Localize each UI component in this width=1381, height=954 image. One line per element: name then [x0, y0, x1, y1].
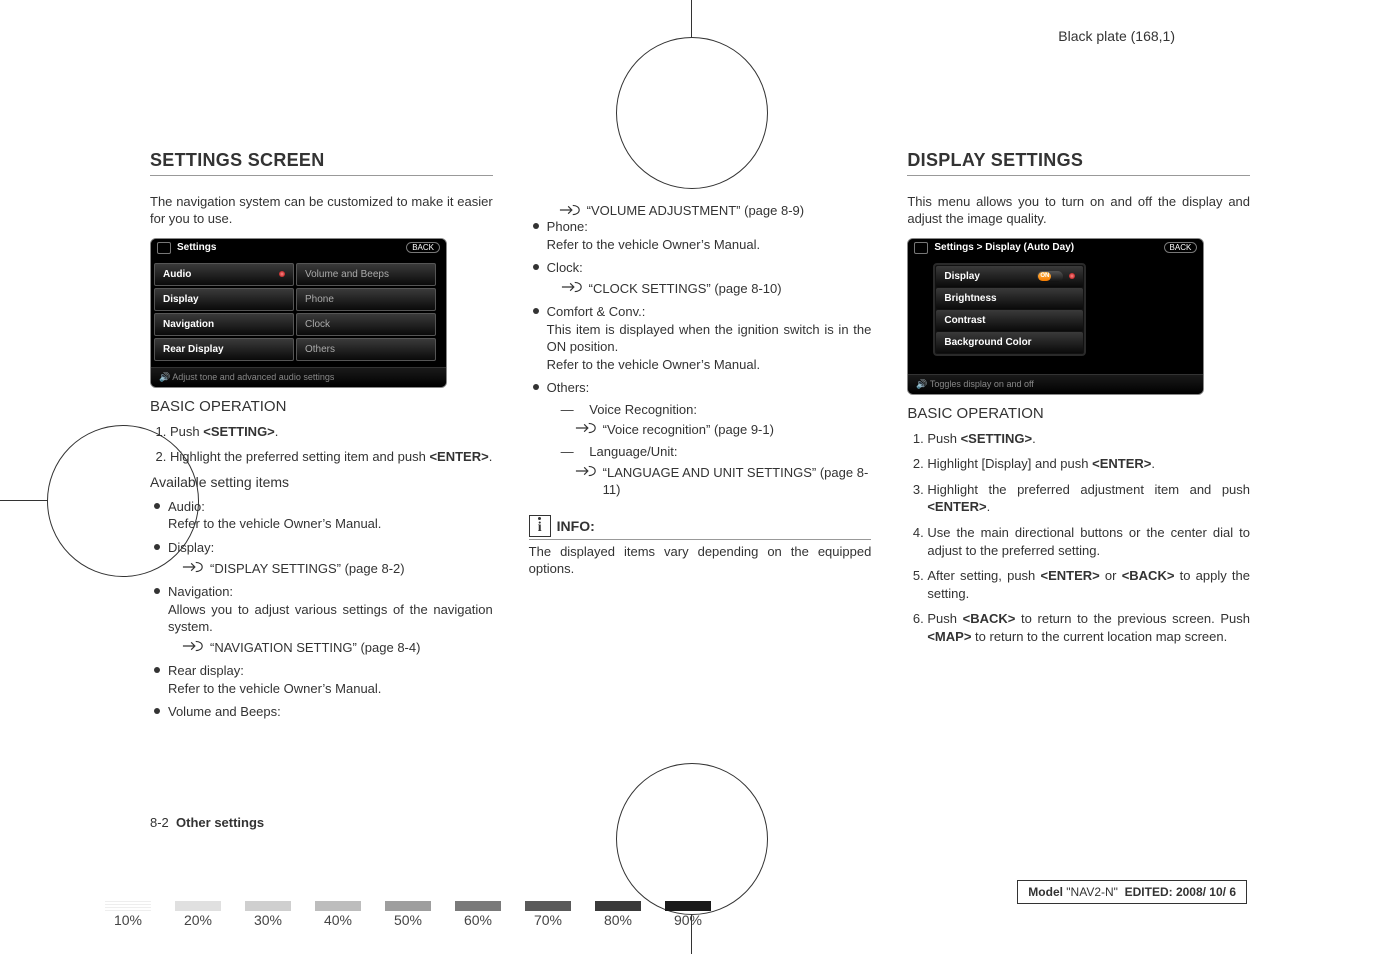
model-box: Model "NAV2-N" EDITED: 2008/ 10/ 6	[1017, 880, 1247, 904]
plate-label: Black plate (168,1)	[1058, 28, 1175, 44]
steps-settings: Push <SETTING>. Highlight the preferred …	[150, 423, 493, 466]
info-label: INFO:	[557, 518, 595, 534]
selection-dot-icon	[1069, 273, 1075, 279]
ss-btn-volume-beeps: Volume and Beeps	[296, 263, 436, 286]
ss-btn-phone: Phone	[296, 288, 436, 311]
pct-90: 90%	[665, 901, 711, 928]
selection-dot-icon	[279, 271, 285, 277]
screenshot-header: Settings BACK	[151, 239, 446, 257]
pct-30: 30%	[245, 901, 291, 928]
page-footer: 8-2 Other settings	[150, 815, 264, 830]
subheading-basic-operation-2: BASIC OPERATION	[907, 405, 1250, 422]
xref-voice-recognition: “Voice recognition” (page 9-1)	[561, 421, 872, 439]
pointing-hand-icon	[561, 280, 583, 294]
ss2-btn-display: Display ON	[936, 266, 1083, 287]
item-phone: Phone: Refer to the vehicle Owner’s Manu…	[533, 218, 872, 253]
item-comfort-conv: Comfort & Conv.: This item is displayed …	[533, 303, 872, 373]
heading-rule-2	[907, 175, 1250, 176]
ss-btn-display: Display	[154, 288, 294, 311]
item-clock: Clock: “CLOCK SETTINGS” (page 8-10)	[533, 259, 872, 297]
item-others: Others: — Voice Recognition: “Voice reco…	[533, 379, 872, 498]
density-scale: 10% 20% 30% 40% 50% 60% 70% 80% 90%	[105, 901, 711, 928]
pct-40: 40%	[315, 901, 361, 928]
d-step-1: Push <SETTING>.	[927, 430, 1250, 448]
screenshot2-header: Settings > Display (Auto Day) BACK	[908, 239, 1203, 257]
steps-display: Push <SETTING>. Highlight [Display] and …	[907, 430, 1250, 645]
xref-clock: “CLOCK SETTINGS” (page 8-10)	[547, 280, 872, 298]
pointing-hand-icon	[182, 639, 204, 653]
ss-btn-rear-display: Rear Display	[154, 338, 294, 361]
ss2-btn-background-color: Background Color	[936, 332, 1083, 353]
ss-btn-clock: Clock	[296, 313, 436, 336]
available-items-cont: Phone: Refer to the vehicle Owner’s Manu…	[529, 218, 872, 499]
screenshot-footer: 🔊 Adjust tone and advanced audio setting…	[151, 367, 446, 387]
intro-settings: The navigation system can be customized …	[150, 194, 493, 228]
pointing-hand-icon	[182, 560, 204, 574]
d-step-6: Push <BACK> to return to the previous sc…	[927, 610, 1250, 645]
crop-mark-bottom	[611, 834, 771, 954]
screenshot-title: Settings	[177, 242, 216, 253]
settings-screenshot: Settings BACK Audio Display Navigation R…	[150, 238, 447, 388]
screenshot-back: BACK	[406, 242, 440, 253]
ss-btn-others: Others	[296, 338, 436, 361]
screenshot2-back: BACK	[1164, 242, 1198, 253]
pointing-hand-icon	[575, 421, 597, 435]
d-step-3: Highlight the preferred adjustment item …	[927, 481, 1250, 516]
item-audio: Audio: Refer to the vehicle Owner’s Manu…	[154, 498, 493, 533]
sub-voice-recognition: — Voice Recognition: “Voice recognition”…	[547, 401, 872, 439]
crop-mark-top	[611, 0, 771, 60]
ss-btn-navigation: Navigation	[154, 313, 294, 336]
xref-display: “DISPLAY SETTINGS” (page 8-2)	[168, 560, 493, 578]
item-navigation: Navigation: Allows you to adjust various…	[154, 583, 493, 656]
sub-language-unit: — Language/Unit: “LANGUAGE AND UNIT SETT…	[547, 443, 872, 499]
screenshot2-title: Settings > Display (Auto Day)	[934, 242, 1074, 253]
xref-language-unit: “LANGUAGE AND UNIT SETTINGS” (page 8-11)	[561, 464, 872, 499]
column-1: SETTINGS SCREEN The navigation system ca…	[150, 150, 493, 727]
info-icon: i	[529, 515, 551, 537]
pct-60: 60%	[455, 901, 501, 928]
d-step-2: Highlight [Display] and push <ENTER>.	[927, 455, 1250, 473]
screenshot2-footer: 🔊 Toggles display on and off	[908, 374, 1203, 394]
ss2-btn-contrast: Contrast	[936, 310, 1083, 331]
page-content: SETTINGS SCREEN The navigation system ca…	[150, 150, 1250, 727]
info-rule	[529, 539, 872, 540]
pct-80: 80%	[595, 901, 641, 928]
pointing-hand-icon	[559, 203, 581, 217]
heading-display-settings: DISPLAY SETTINGS	[907, 150, 1250, 171]
subheading-basic-operation-1: BASIC OPERATION	[150, 398, 493, 415]
d-step-5: After setting, push <ENTER> or <BACK> to…	[927, 567, 1250, 602]
d-step-4: Use the main directional buttons or the …	[927, 524, 1250, 559]
item-display: Display: “DISPLAY SETTINGS” (page 8-2)	[154, 539, 493, 577]
pct-10: 10%	[105, 901, 151, 928]
disk-icon	[157, 242, 171, 254]
ss-btn-audio: Audio	[154, 263, 294, 286]
heading-rule	[150, 175, 493, 176]
column-3: DISPLAY SETTINGS This menu allows you to…	[907, 150, 1250, 727]
pct-70: 70%	[525, 901, 571, 928]
xref-navigation: “NAVIGATION SETTING” (page 8-4)	[168, 639, 493, 657]
xref-volume: “VOLUME ADJUSTMENT” (page 8-9)	[529, 203, 872, 218]
available-items-heading: Available setting items	[150, 474, 493, 490]
toggle-on: ON	[1037, 271, 1063, 282]
ss2-btn-brightness: Brightness	[936, 288, 1083, 309]
pct-20: 20%	[175, 901, 221, 928]
item-rear-display: Rear display: Refer to the vehicle Owner…	[154, 662, 493, 697]
column-2: “VOLUME ADJUSTMENT” (page 8-9) Phone: Re…	[529, 150, 872, 727]
heading-settings-screen: SETTINGS SCREEN	[150, 150, 493, 171]
disk-icon	[914, 242, 928, 254]
step-1: Push <SETTING>.	[170, 423, 493, 441]
item-volume-beeps: Volume and Beeps:	[154, 703, 493, 721]
info-header: i INFO:	[529, 515, 872, 537]
intro-display: This menu allows you to turn on and off …	[907, 194, 1250, 228]
pointing-hand-icon	[575, 464, 597, 478]
available-items-list: Audio: Refer to the vehicle Owner’s Manu…	[150, 498, 493, 721]
step-2: Highlight the preferred setting item and…	[170, 448, 493, 466]
display-settings-screenshot: Settings > Display (Auto Day) BACK Displ…	[907, 238, 1204, 395]
info-text: The displayed items vary depending on th…	[529, 544, 872, 578]
pct-50: 50%	[385, 901, 431, 928]
